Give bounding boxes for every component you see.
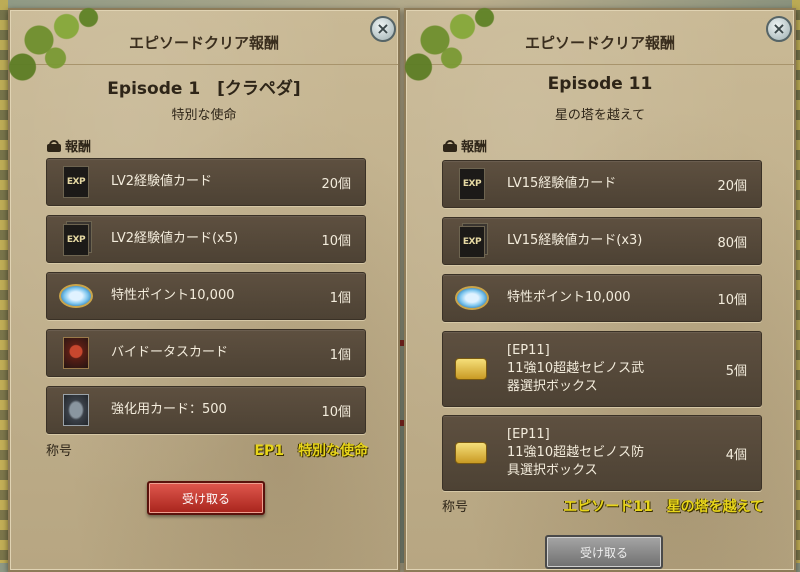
reward-item: 特性ポイント10,000 1個 (46, 272, 366, 320)
reward-item-count: 1個 (329, 348, 351, 363)
reward-item: バイドータスカード 1個 (46, 329, 366, 377)
close-button[interactable]: × (766, 16, 792, 42)
enhance-card-icon (63, 394, 89, 426)
reward-item: EXP LV15経験値カード 20個 (442, 160, 762, 208)
close-icon: × (772, 19, 786, 38)
reward-item-name: 特性ポイント10,000 (111, 288, 235, 303)
exp-card-icon: EXP (459, 168, 485, 200)
reward-item-count: 80個 (717, 236, 747, 251)
exp-card-icon: EXP (63, 166, 89, 198)
reward-item: EXP LV2経験値カード(x5) 10個 (46, 215, 366, 263)
reward-item-name: [EP11] 11強10超越セビノス防 具選択ボックス (507, 427, 645, 478)
episode-reward-dialog-2: エピソードクリア報酬 × Episode 11 星の塔を越えて 報酬 EXP L… (402, 4, 796, 572)
reward-item-count: 4個 (725, 448, 747, 463)
reward-section-label: 報酬 (46, 136, 91, 155)
reward-item-name: 強化用カード：500 (111, 402, 227, 417)
episode-title: Episode 11 (547, 74, 653, 94)
dialog-header: エピソードクリア報酬 × (6, 4, 398, 94)
reward-item-count: 10個 (717, 293, 747, 308)
close-button[interactable]: × (370, 16, 396, 42)
gold-box-icon (455, 358, 487, 380)
dialog-title: エピソードクリア報酬 (128, 34, 279, 52)
title-label: 称号 (442, 500, 469, 515)
reward-item: EXP LV2経験値カード 20個 (46, 158, 366, 206)
title-value: EP1 特別な使命 (254, 443, 368, 459)
reward-item-count: 10個 (321, 234, 351, 249)
close-icon: × (376, 19, 390, 38)
reward-item-name: LV2経験値カード(x5) (111, 231, 239, 246)
reward-item: 特性ポイント10,000 10個 (442, 274, 762, 322)
reward-item-count: 5個 (725, 364, 747, 379)
title-value: エピソード11 星の塔を越えて (563, 499, 764, 515)
reward-label-text: 報酬 (65, 140, 92, 155)
episode-subtitle: 特別な使命 (171, 108, 237, 123)
reward-item-name: LV15経験値カード (507, 176, 617, 191)
episode-subtitle: 星の塔を越えて (554, 108, 646, 123)
trait-point-icon (455, 286, 489, 310)
dialog-title: エピソードクリア報酬 (524, 34, 675, 52)
reward-label-text: 報酬 (461, 140, 488, 155)
receive-button-disabled[interactable]: 受け取る (545, 535, 663, 569)
episode-title: Episode 1 [クラペダ] (107, 79, 301, 99)
reward-item-name: バイドータスカード (111, 345, 229, 360)
reward-item-name: LV15経験値カード(x3) (507, 233, 643, 248)
reward-item-count: 20個 (717, 179, 747, 194)
episode-reward-dialog-1: エピソードクリア報酬 × Episode 1 [クラペダ] 特別な使命 報酬 E… (6, 4, 400, 572)
reward-item-count: 10個 (321, 405, 351, 420)
gift-icon (442, 139, 458, 152)
reward-item: [EP11] 11強10超越セビノス防 具選択ボックス 4個 (442, 415, 762, 491)
dialog-header: エピソードクリア報酬 × (402, 4, 794, 94)
title-label: 称号 (46, 444, 73, 459)
reward-section-label: 報酬 (442, 136, 487, 155)
reward-item-name: LV2経験値カード (111, 174, 212, 189)
reward-item: EXP LV15経験値カード(x3) 80個 (442, 217, 762, 265)
reward-item: 強化用カード：500 10個 (46, 386, 366, 434)
trait-point-icon (59, 284, 93, 308)
reward-item-count: 20個 (321, 177, 351, 192)
reward-item-count: 1個 (329, 291, 351, 306)
reward-item-name: 特性ポイント10,000 (507, 290, 631, 305)
exp-card-stack-icon: EXP (63, 224, 89, 256)
receive-button[interactable]: 受け取る (147, 481, 265, 515)
gift-icon (46, 139, 62, 152)
bydo-card-icon (63, 337, 89, 369)
reward-item: [EP11] 11強10超越セビノス武 器選択ボックス 5個 (442, 331, 762, 407)
gold-box-icon (455, 442, 487, 464)
reward-item-name: [EP11] 11強10超越セビノス武 器選択ボックス (507, 343, 645, 394)
exp-card-stack-icon: EXP (459, 226, 485, 258)
